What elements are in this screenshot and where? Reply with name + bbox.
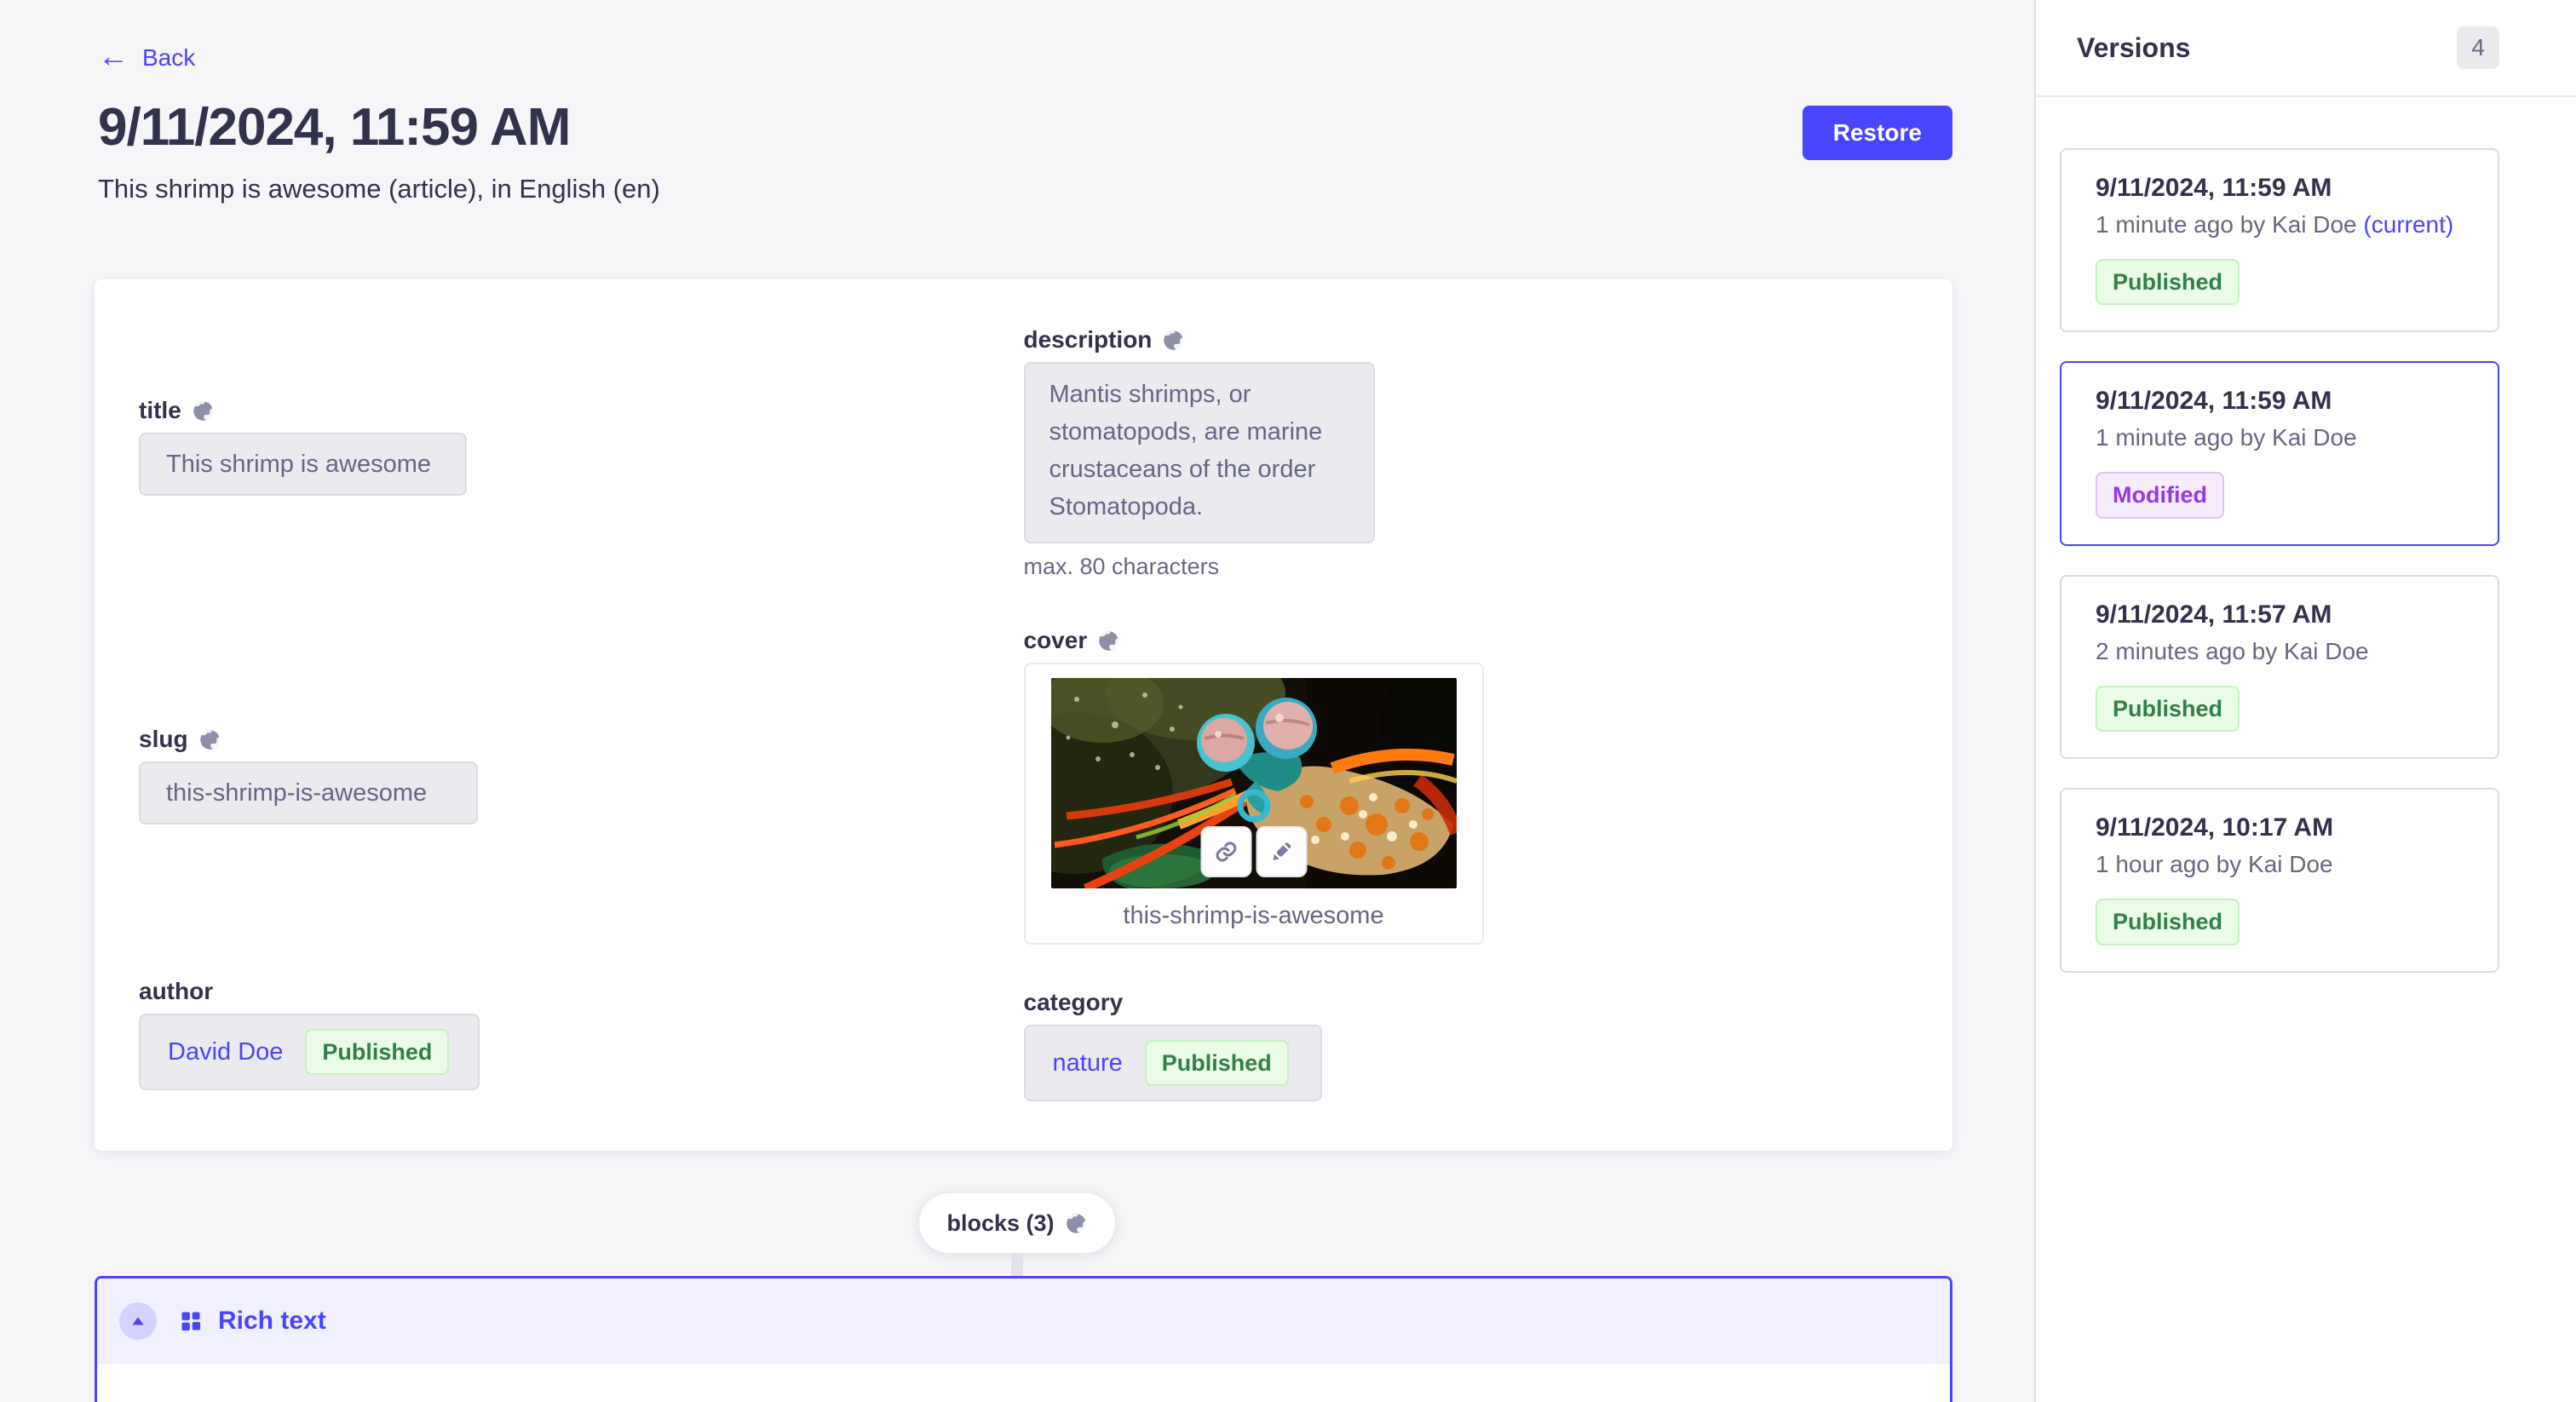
copy-link-button[interactable]: [1200, 826, 1251, 877]
cover-field-label: cover: [1024, 627, 1909, 654]
link-icon: [1212, 838, 1239, 865]
rich-text-block-body: body: [97, 1364, 1950, 1402]
author-field-label: author: [139, 978, 1024, 1005]
form-column-left: title slug author: [139, 279, 1024, 1101]
pill-connector: [1011, 1253, 1023, 1276]
current-version-tag: (current): [2363, 211, 2453, 238]
blocks-pill-wrap: blocks (3): [0, 1193, 2034, 1276]
description-hint: max. 80 characters: [1024, 554, 1909, 580]
author-link[interactable]: David Doe: [168, 1038, 283, 1066]
collapse-button[interactable]: [119, 1302, 157, 1340]
version-history-page: ← Back 9/11/2024, 11:59 AM Restore This …: [0, 0, 2576, 1402]
version-meta: 2 minutes ago by Kai Doe: [2096, 638, 2464, 665]
globe-icon: [1162, 329, 1185, 352]
blocks-pill: blocks (3): [919, 1193, 1114, 1253]
blocks-pill-label: blocks (3): [946, 1210, 1054, 1237]
version-meta: 1 minute ago by Kai Doe: [2096, 424, 2464, 451]
versions-list: 9/11/2024, 11:59 AM 1 minute ago by Kai …: [2036, 97, 2576, 1007]
main-content: ← Back 9/11/2024, 11:59 AM Restore This …: [0, 0, 2034, 1402]
version-status-badge: Published: [2096, 899, 2240, 945]
accordion-titlegroup: Rich text: [179, 1307, 326, 1336]
author-relation-box: David Doe Published: [139, 1014, 480, 1090]
cover-field-group: cover: [1024, 627, 1909, 945]
back-label: Back: [142, 44, 195, 72]
cover-media: [1051, 678, 1457, 888]
back-link[interactable]: ← Back: [98, 43, 195, 73]
page-subtitle: This shrimp is awesome (article), in Eng…: [98, 174, 1952, 204]
versions-header: Versions 4: [2036, 0, 2576, 95]
cover-asset-card: this-shrimp-is-awesome: [1024, 663, 1484, 945]
block-title: Rich text: [218, 1307, 326, 1336]
back-arrow-icon: ←: [98, 41, 129, 72]
category-field-label: category: [1024, 989, 1909, 1016]
restore-button[interactable]: Restore: [1803, 106, 1952, 160]
version-date: 9/11/2024, 10:17 AM: [2096, 813, 2464, 842]
description-field-label: description: [1024, 326, 1909, 353]
cover-actions: [1200, 826, 1307, 877]
version-card[interactable]: 9/11/2024, 11:59 AM 1 minute ago by Kai …: [2060, 148, 2499, 332]
version-meta: 1 hour ago by Kai Doe: [2096, 851, 2464, 878]
category-relation-box: nature Published: [1024, 1025, 1322, 1101]
edit-button[interactable]: [1256, 826, 1307, 877]
version-date: 9/11/2024, 11:59 AM: [2096, 174, 2464, 203]
version-card[interactable]: 9/11/2024, 11:57 AM 2 minutes ago by Kai…: [2060, 575, 2499, 759]
category-field-group: category nature Published: [1024, 989, 1909, 1101]
globe-icon: [198, 728, 221, 751]
author-status-badge: Published: [305, 1029, 449, 1075]
cover-filename: this-shrimp-is-awesome: [1026, 888, 1482, 943]
slug-input: [139, 761, 478, 825]
chevron-up-icon: [130, 1315, 146, 1327]
version-status-badge: Modified: [2096, 472, 2224, 518]
title-row: 9/11/2024, 11:59 AM Restore: [98, 97, 1952, 160]
version-date: 9/11/2024, 11:57 AM: [2096, 600, 2464, 629]
author-field-group: author David Doe Published: [139, 978, 1024, 1090]
description-field-group: description Mantis shrimps, or stomatopo…: [1024, 326, 1909, 580]
version-status-badge: Published: [2096, 686, 2240, 732]
version-date: 9/11/2024, 11:59 AM: [2096, 387, 2464, 416]
category-link[interactable]: nature: [1053, 1049, 1123, 1077]
form-column-right: description Mantis shrimps, or stomatopo…: [1024, 279, 1909, 1101]
version-status-badge: Published: [2096, 259, 2240, 305]
category-status-badge: Published: [1145, 1040, 1289, 1086]
versions-count-badge: 4: [2457, 26, 2499, 69]
page-header: ← Back 9/11/2024, 11:59 AM Restore This …: [0, 0, 2034, 204]
title-field-group: title: [139, 397, 1024, 496]
slug-field-group: slug: [139, 726, 1024, 825]
title-field-label: title: [139, 397, 1024, 424]
blocks-grid-icon: [179, 1309, 203, 1333]
versions-title: Versions: [2077, 32, 2190, 64]
rich-text-block: Rich text body: [95, 1276, 1952, 1402]
globe-icon: [1097, 629, 1120, 652]
rich-text-block-header: Rich text: [97, 1278, 1950, 1364]
page-title: 9/11/2024, 11:59 AM: [98, 97, 570, 158]
slug-field-label: slug: [139, 726, 1024, 753]
description-textarea: Mantis shrimps, or stomatopods, are mari…: [1024, 362, 1375, 543]
versions-sidebar: Versions 4 9/11/2024, 11:59 AM 1 minute …: [2034, 0, 2576, 1402]
version-meta: 1 minute ago by Kai Doe (current): [2096, 211, 2464, 238]
version-card[interactable]: 9/11/2024, 10:17 AM 1 hour ago by Kai Do…: [2060, 788, 2499, 972]
globe-icon: [192, 399, 215, 422]
entry-form-card: title slug author: [95, 279, 1952, 1151]
pencil-icon: [1268, 838, 1295, 865]
title-input: [139, 433, 467, 496]
version-card-selected[interactable]: 9/11/2024, 11:59 AM 1 minute ago by Kai …: [2060, 361, 2499, 545]
globe-icon: [1065, 1212, 1088, 1235]
